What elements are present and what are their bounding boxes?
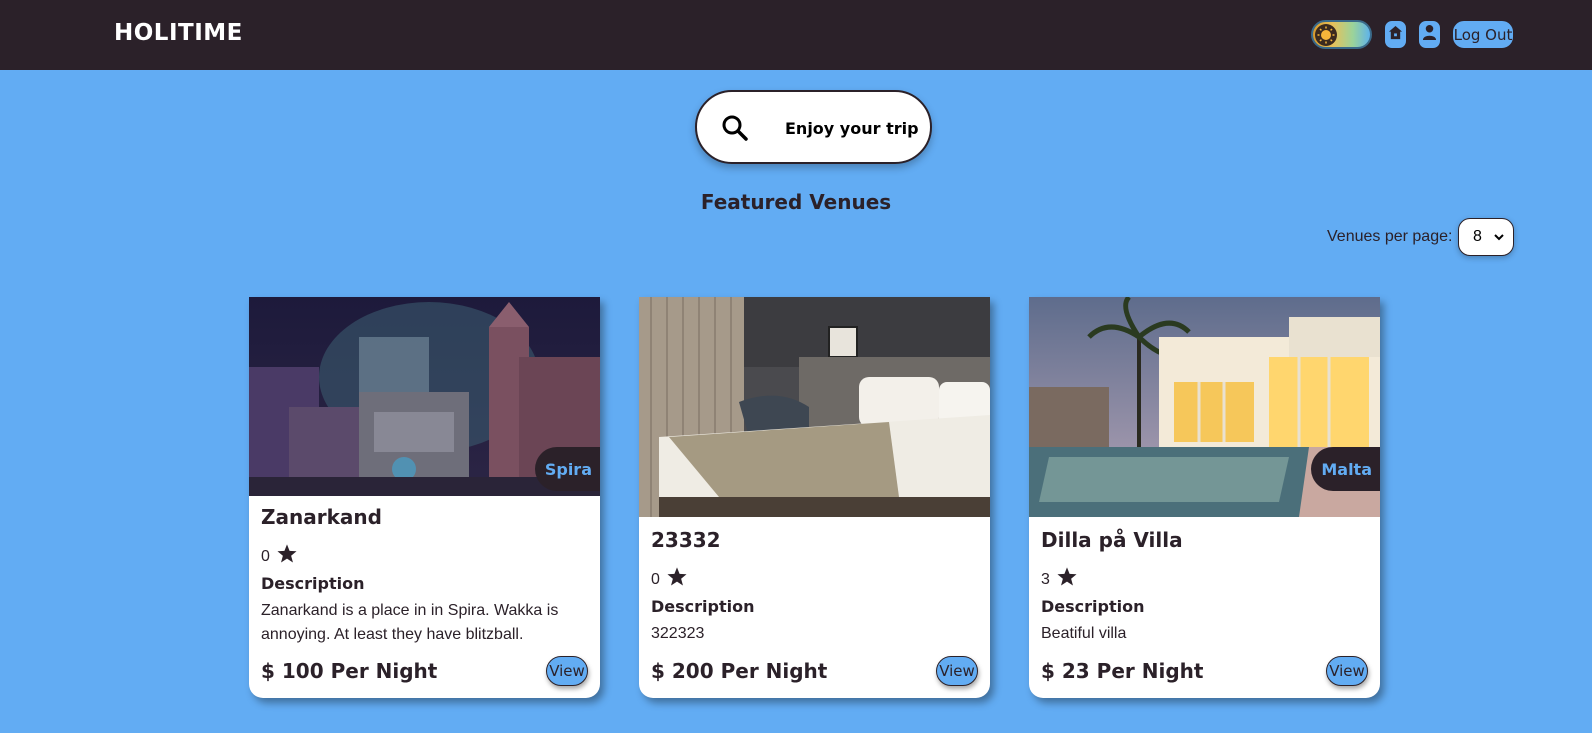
venue-title: Zanarkand bbox=[261, 505, 382, 529]
rating-value: 0 bbox=[651, 570, 660, 588]
search-label: Enjoy your trip bbox=[785, 119, 919, 138]
per-page-select[interactable]: 8 bbox=[1458, 218, 1514, 256]
star-icon bbox=[276, 543, 298, 570]
venue-rating: 3 bbox=[1041, 566, 1368, 593]
venue-image: Malta bbox=[1029, 297, 1380, 517]
profile-button[interactable] bbox=[1418, 20, 1441, 49]
venue-card: 23332 0 Description 322323 $ 200 Per Nig… bbox=[639, 297, 990, 698]
rating-value: 0 bbox=[261, 547, 270, 565]
venue-rating: 0 bbox=[261, 543, 588, 570]
description-heading: Description bbox=[651, 597, 755, 616]
view-button[interactable]: View bbox=[1326, 656, 1368, 686]
search-icon bbox=[721, 114, 749, 147]
location-badge: Malta bbox=[1311, 447, 1380, 491]
venue-price: $ 100 Per Night bbox=[261, 659, 438, 683]
home-button[interactable] bbox=[1384, 20, 1407, 49]
view-button[interactable]: View bbox=[546, 656, 588, 686]
view-button[interactable]: View bbox=[936, 656, 978, 686]
venue-price: $ 200 Per Night bbox=[651, 659, 828, 683]
top-navbar: HOLITIME Log Out bbox=[0, 0, 1592, 70]
venue-card: Malta Dilla på Villa 3 Description Beati… bbox=[1029, 297, 1380, 698]
logout-button[interactable]: Log Out bbox=[1452, 20, 1514, 49]
brand-logo[interactable]: HOLITIME bbox=[114, 20, 243, 46]
per-page-label: Venues per page: bbox=[1327, 228, 1453, 245]
venue-image: Spira bbox=[249, 297, 600, 496]
venue-price: $ 23 Per Night bbox=[1041, 659, 1204, 683]
star-icon bbox=[1056, 566, 1078, 593]
sun-icon bbox=[1315, 24, 1337, 46]
venue-card: Spira Zanarkand 0 Description Zanarkand … bbox=[249, 297, 600, 698]
venue-rating: 0 bbox=[651, 566, 978, 593]
rating-value: 3 bbox=[1041, 570, 1050, 588]
home-icon bbox=[1388, 25, 1403, 45]
description-text: Beatiful villa bbox=[1041, 625, 1127, 642]
description-heading: Description bbox=[1041, 597, 1145, 616]
user-icon bbox=[1422, 24, 1437, 46]
theme-toggle[interactable] bbox=[1311, 20, 1372, 49]
location-badge: Spira bbox=[534, 447, 600, 491]
star-icon bbox=[666, 566, 688, 593]
venue-image bbox=[639, 297, 990, 517]
venue-title: 23332 bbox=[651, 528, 721, 552]
venue-title: Dilla på Villa bbox=[1041, 528, 1183, 552]
description-text: 322323 bbox=[651, 625, 705, 642]
description-heading: Description bbox=[261, 574, 365, 593]
per-page-value: 8 bbox=[1473, 228, 1482, 245]
chevron-down-icon bbox=[1493, 228, 1505, 251]
section-title: Featured Venues bbox=[700, 190, 892, 214]
description-text: Zanarkand is a place in in Spira. Wakka … bbox=[261, 602, 559, 643]
search-button[interactable]: Enjoy your trip bbox=[695, 90, 932, 164]
